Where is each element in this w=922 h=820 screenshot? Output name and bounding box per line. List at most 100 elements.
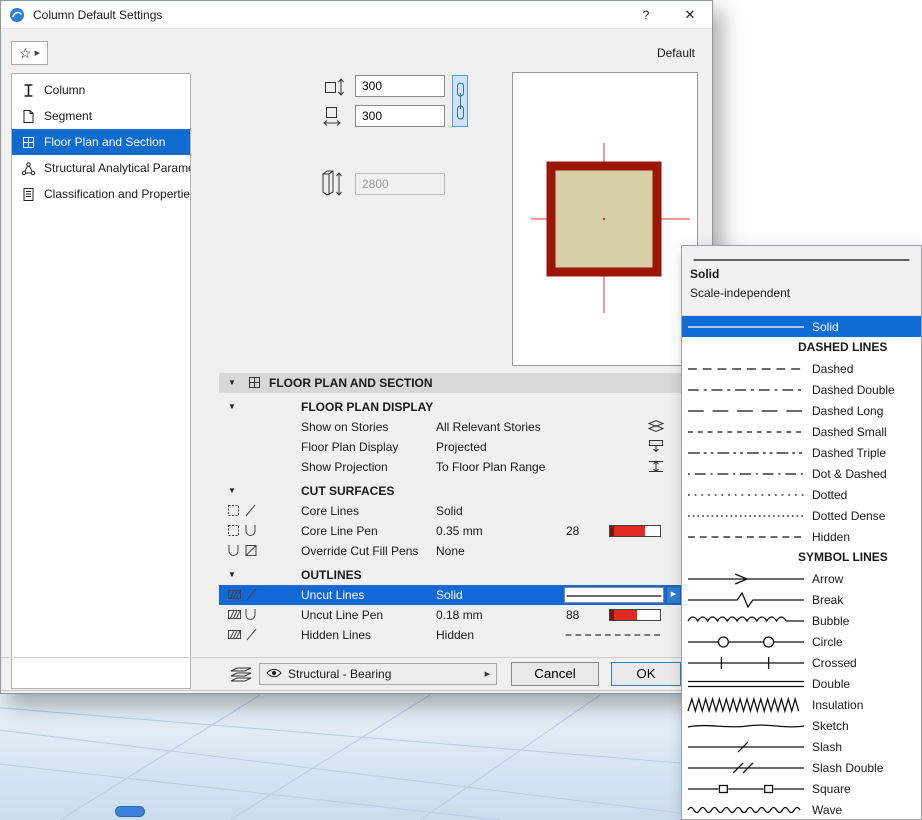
dialog-title: Column Default Settings bbox=[33, 1, 162, 29]
group-header-cut-surfaces[interactable]: ▼ CUT SURFACES bbox=[219, 481, 681, 501]
arrow-line-icon bbox=[682, 571, 806, 587]
layers-icon bbox=[229, 666, 253, 687]
classification-icon bbox=[20, 186, 36, 202]
sidebar-item-label: Classification and Properties bbox=[44, 187, 190, 201]
open-line-type-popup-button[interactable]: ▶ bbox=[666, 586, 681, 604]
bottom-separator bbox=[1, 657, 714, 658]
pen-color-swatch[interactable] bbox=[609, 525, 661, 537]
line-type-option[interactable]: Insulation bbox=[682, 694, 921, 715]
setting-name: Floor Plan Display bbox=[301, 437, 398, 457]
line-type-group-header: SYMBOL LINES bbox=[682, 547, 921, 568]
line-type-option[interactable]: Slash Double bbox=[682, 757, 921, 778]
current-line-type-name: Solid bbox=[690, 267, 913, 281]
setting-value-dropdown[interactable]: Solid bbox=[436, 501, 463, 521]
uncut-lines-icon bbox=[227, 587, 259, 607]
line-type-label: Solid bbox=[812, 320, 839, 334]
sidebar-item-segment[interactable]: Segment bbox=[12, 103, 190, 129]
wave-line-icon bbox=[682, 802, 806, 818]
line-type-option[interactable]: Dashed Long bbox=[682, 400, 921, 421]
setting-row-show-on-stories[interactable]: Show on Stories All Relevant Stories bbox=[219, 417, 681, 437]
hidden-line-type-preview[interactable] bbox=[564, 627, 664, 643]
core-width-input[interactable] bbox=[355, 75, 445, 97]
sidebar-item-label: Column bbox=[44, 83, 85, 97]
link-dimensions-toggle[interactable] bbox=[452, 75, 468, 127]
core-depth-input[interactable] bbox=[355, 105, 445, 127]
collapse-arrow-icon[interactable]: ▼ bbox=[228, 565, 236, 585]
line-type-option[interactable]: Double bbox=[682, 673, 921, 694]
setting-value-dropdown[interactable]: To Floor Plan Range bbox=[436, 457, 545, 477]
line-type-label: Double bbox=[812, 677, 850, 691]
line-type-option[interactable]: Crossed bbox=[682, 652, 921, 673]
line-type-option[interactable]: Dot & Dashed bbox=[682, 463, 921, 484]
setting-row-hidden-lines[interactable]: Hidden Lines Hidden bbox=[219, 625, 681, 645]
line-type-option[interactable]: Dashed Small bbox=[682, 421, 921, 442]
line-type-option[interactable]: Arrow bbox=[682, 568, 921, 589]
setting-value-dropdown[interactable]: Projected bbox=[436, 437, 487, 457]
line-type-option[interactable]: Break bbox=[682, 589, 921, 610]
line-type-label: Dashed Triple bbox=[812, 446, 886, 460]
line-type-option[interactable]: Wave bbox=[682, 799, 921, 820]
pen-number: 88 bbox=[566, 605, 579, 625]
setting-row-uncut-lines[interactable]: Uncut Lines Solid ▶ bbox=[219, 585, 681, 605]
line-type-option[interactable]: Dashed Triple bbox=[682, 442, 921, 463]
cancel-button[interactable]: Cancel bbox=[511, 662, 599, 686]
double-line-icon bbox=[682, 676, 806, 692]
dot-dashed-line-icon bbox=[682, 466, 806, 482]
column-preview-panel[interactable] bbox=[512, 72, 698, 366]
sidebar-item-label: Segment bbox=[44, 109, 92, 123]
line-type-option[interactable]: Dotted bbox=[682, 484, 921, 505]
sidebar-item-structural-analytical[interactable]: Structural Analytical Paramet... bbox=[12, 155, 190, 181]
viewport-navigation-control[interactable] bbox=[115, 806, 145, 817]
help-button[interactable]: ? bbox=[629, 1, 663, 29]
line-type-option[interactable]: Sketch bbox=[682, 715, 921, 736]
sidebar-item-column[interactable]: Column bbox=[12, 77, 190, 103]
setting-row-uncut-line-pen[interactable]: Uncut Line Pen 0.18 mm 88 bbox=[219, 605, 681, 625]
line-type-preview[interactable] bbox=[564, 587, 664, 603]
collapse-arrow-icon[interactable]: ▼ bbox=[228, 373, 236, 393]
line-type-option[interactable]: Dotted Dense bbox=[682, 505, 921, 526]
line-type-label: Dashed Double bbox=[812, 383, 895, 397]
pen-color-swatch[interactable] bbox=[609, 609, 661, 621]
panel-header-floor-plan-and-section[interactable]: ▼ FLOOR PLAN AND SECTION bbox=[219, 373, 681, 393]
line-type-option[interactable]: Slash bbox=[682, 736, 921, 757]
line-type-option[interactable]: Dashed bbox=[682, 358, 921, 379]
setting-value-dropdown[interactable]: 0.18 mm bbox=[436, 605, 483, 625]
insulation-line-icon bbox=[682, 697, 806, 713]
dialog-titlebar[interactable]: Column Default Settings ? ✕ bbox=[1, 1, 712, 29]
favorites-button[interactable]: ☆ ▶ bbox=[11, 41, 48, 65]
line-type-label: Dot & Dashed bbox=[812, 467, 887, 481]
group-header-floor-plan-display[interactable]: ▼ FLOOR PLAN DISPLAY bbox=[219, 397, 681, 417]
collapse-arrow-icon[interactable]: ▼ bbox=[228, 397, 236, 417]
sidebar-item-floor-plan-and-section[interactable]: Floor Plan and Section bbox=[12, 129, 190, 155]
dashed-small-line-icon bbox=[682, 424, 806, 440]
setting-value-dropdown[interactable]: 0.35 mm bbox=[436, 521, 483, 541]
line-type-option[interactable]: Square bbox=[682, 778, 921, 799]
setting-row-floor-plan-display[interactable]: Floor Plan Display Projected bbox=[219, 437, 681, 457]
line-type-option[interactable]: Bubble bbox=[682, 610, 921, 631]
sidebar-item-classification-properties[interactable]: Classification and Properties bbox=[12, 181, 190, 207]
collapse-arrow-icon[interactable]: ▼ bbox=[228, 481, 236, 501]
setting-row-override-cut-fill-pens[interactable]: Override Cut Fill Pens None bbox=[219, 541, 681, 561]
line-type-option[interactable]: Circle bbox=[682, 631, 921, 652]
setting-row-show-projection[interactable]: Show Projection To Floor Plan Range bbox=[219, 457, 681, 477]
line-type-option-selected[interactable]: Solid bbox=[682, 316, 921, 337]
layer-selector[interactable]: Structural - Bearing ▶ bbox=[259, 663, 497, 685]
close-button[interactable]: ✕ bbox=[673, 1, 707, 29]
setting-value-dropdown[interactable]: None bbox=[436, 541, 465, 561]
setting-row-core-line-pen[interactable]: Core Line Pen 0.35 mm 28 bbox=[219, 521, 681, 541]
chevron-right-icon: ▶ bbox=[35, 49, 40, 57]
line-type-option[interactable]: Hidden bbox=[682, 526, 921, 547]
core-lines-icon bbox=[227, 503, 259, 523]
sketch-line-icon bbox=[682, 718, 806, 734]
ok-button[interactable]: OK bbox=[611, 662, 681, 686]
setting-value-dropdown[interactable]: Solid bbox=[436, 585, 463, 605]
line-type-option[interactable]: Dashed Double bbox=[682, 379, 921, 400]
screen: Column Default Settings ? ✕ ☆ ▶ Default … bbox=[0, 0, 922, 820]
setting-row-core-lines[interactable]: Core Lines Solid bbox=[219, 501, 681, 521]
line-type-label: Crossed bbox=[812, 656, 857, 670]
setting-value-dropdown[interactable]: All Relevant Stories bbox=[436, 417, 541, 437]
dashed-triple-line-icon bbox=[682, 445, 806, 461]
group-header-outlines[interactable]: ▼ OUTLINES bbox=[219, 565, 681, 585]
star-icon: ☆ bbox=[19, 46, 32, 60]
setting-value-dropdown[interactable]: Hidden bbox=[436, 625, 474, 645]
